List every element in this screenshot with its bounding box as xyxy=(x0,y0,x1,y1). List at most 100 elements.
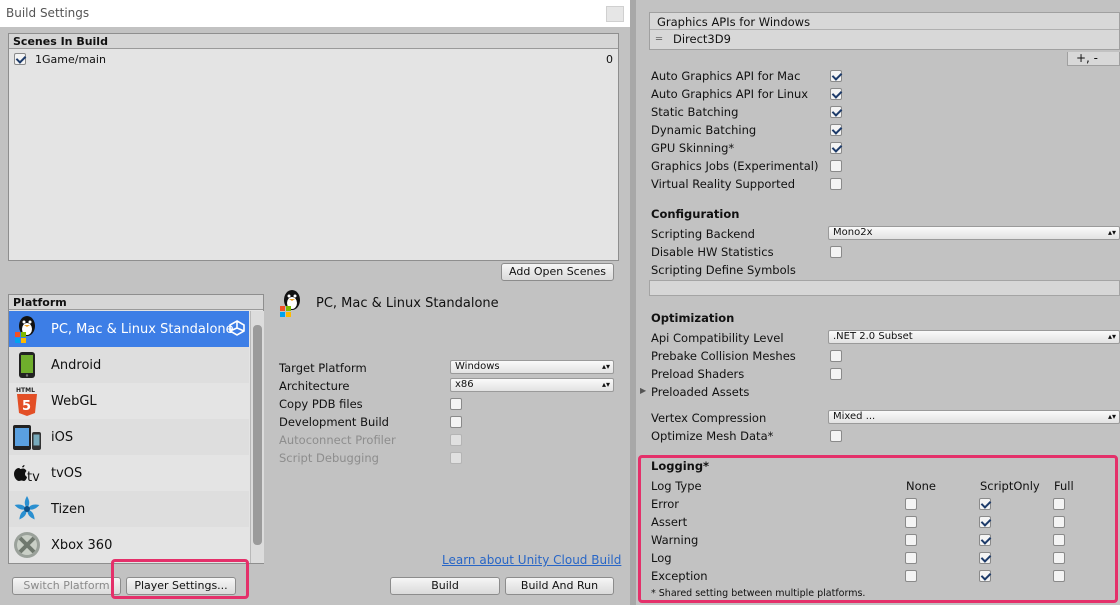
optimize-mesh-checkbox[interactable] xyxy=(830,430,842,442)
development-build-label: Development Build xyxy=(279,415,389,429)
scene-row[interactable]: 1Game/main 0 xyxy=(13,53,613,67)
error-scriptonly-checkbox[interactable] xyxy=(979,498,991,510)
development-build-checkbox[interactable] xyxy=(450,416,462,428)
log-type-column-header: Log Type xyxy=(651,479,702,493)
platform-label: WebGL xyxy=(51,393,97,409)
assert-none-checkbox[interactable] xyxy=(905,516,917,528)
platform-item-android[interactable]: Android xyxy=(9,347,249,383)
warning-none-checkbox[interactable] xyxy=(905,534,917,546)
assert-full-checkbox[interactable] xyxy=(1053,516,1065,528)
platform-item-ios[interactable]: iOS xyxy=(9,419,249,455)
scenes-in-build-panel: Scenes In Build 1Game/main 0 xyxy=(8,33,619,261)
warning-full-checkbox[interactable] xyxy=(1053,534,1065,546)
api-compatibility-dropdown[interactable]: .NET 2.0 Subset ▴▾ xyxy=(828,330,1120,344)
svg-text:tv: tv xyxy=(27,470,40,483)
scene-include-checkbox[interactable] xyxy=(14,53,26,65)
log-row-exception: Exception xyxy=(651,569,708,583)
preload-shaders-label: Preload Shaders xyxy=(651,367,745,381)
ios-icon xyxy=(12,422,42,452)
script-debugging-label: Script Debugging xyxy=(279,451,379,465)
cloud-build-link[interactable]: Learn about Unity Cloud Build xyxy=(442,553,621,567)
add-open-scenes-button[interactable]: Add Open Scenes xyxy=(501,263,614,281)
auto-graphics-mac-checkbox[interactable] xyxy=(830,70,842,82)
gpu-skinning-label: GPU Skinning* xyxy=(651,141,735,155)
build-settings-window: Build Settings Scenes In Build 1Game/mai… xyxy=(0,0,630,605)
platform-item-tizen[interactable]: Tizen xyxy=(9,491,249,527)
dropdown-arrow-icon: ▴▾ xyxy=(601,380,610,389)
appletv-icon: tv xyxy=(12,458,42,488)
log-none-checkbox[interactable] xyxy=(905,552,917,564)
dropdown-arrow-icon: ▴▾ xyxy=(1107,412,1116,421)
preload-shaders-checkbox[interactable] xyxy=(830,368,842,380)
platform-label: Tizen xyxy=(51,501,86,517)
log-scriptonly-checkbox[interactable] xyxy=(979,552,991,564)
player-settings-button[interactable]: Player Settings... xyxy=(126,577,236,595)
target-platform-dropdown[interactable]: Windows ▴▾ xyxy=(450,360,614,374)
window-titlebar: Build Settings xyxy=(0,0,630,27)
optimize-mesh-label: Optimize Mesh Data* xyxy=(651,429,774,443)
auto-graphics-linux-checkbox[interactable] xyxy=(830,88,842,100)
dropdown-arrow-icon: ▴▾ xyxy=(1107,228,1116,237)
warning-scriptonly-checkbox[interactable] xyxy=(979,534,991,546)
gpu-skinning-checkbox[interactable] xyxy=(830,142,842,154)
graphics-jobs-checkbox[interactable] xyxy=(830,160,842,172)
log-row-error: Error xyxy=(651,497,680,511)
prebake-collision-label: Prebake Collision Meshes xyxy=(651,349,796,363)
auto-graphics-mac-label: Auto Graphics API for Mac xyxy=(651,69,801,83)
scene-index: 0 xyxy=(606,53,613,66)
platform-label: iOS xyxy=(51,429,74,445)
platform-list-scrollbar[interactable] xyxy=(250,311,264,563)
foldout-arrow-icon[interactable]: ▶ xyxy=(640,386,646,395)
exception-scriptonly-checkbox[interactable] xyxy=(979,570,991,582)
vr-supported-label: Virtual Reality Supported xyxy=(651,177,796,191)
build-button[interactable]: Build xyxy=(390,577,500,595)
copy-pdb-checkbox[interactable] xyxy=(450,398,462,410)
selected-platform-title: PC, Mac & Linux Standalone xyxy=(316,295,499,311)
log-row-assert: Assert xyxy=(651,515,688,529)
standalone-icon xyxy=(278,287,308,319)
scenes-header: Scenes In Build xyxy=(9,34,618,49)
exception-full-checkbox[interactable] xyxy=(1053,570,1065,582)
error-none-checkbox[interactable] xyxy=(905,498,917,510)
platform-item-tvos[interactable]: tv tvOS xyxy=(9,455,249,491)
log-full-checkbox[interactable] xyxy=(1053,552,1065,564)
platform-item-standalone[interactable]: PC, Mac & Linux Standalone xyxy=(9,311,249,347)
preloaded-assets-label[interactable]: Preloaded Assets xyxy=(651,385,749,399)
static-batching-checkbox[interactable] xyxy=(830,106,842,118)
graphics-api-item[interactable]: ═ Direct3D9 xyxy=(650,30,1119,46)
vertex-compression-dropdown[interactable]: Mixed ... ▴▾ xyxy=(828,410,1120,424)
exception-none-checkbox[interactable] xyxy=(905,570,917,582)
dropdown-value: .NET 2.0 Subset xyxy=(833,331,913,342)
html5-icon: HTML 5 xyxy=(12,386,42,416)
dropdown-value: x86 xyxy=(455,379,474,390)
scene-name: 1Game/main xyxy=(35,53,106,66)
list-add-remove-buttons[interactable]: +, - xyxy=(1067,52,1120,66)
vr-supported-checkbox[interactable] xyxy=(830,178,842,190)
drag-handle-icon[interactable]: ═ xyxy=(656,34,665,45)
architecture-dropdown[interactable]: x86 ▴▾ xyxy=(450,378,614,392)
error-full-checkbox[interactable] xyxy=(1053,498,1065,510)
prebake-collision-checkbox[interactable] xyxy=(830,350,842,362)
build-and-run-button[interactable]: Build And Run xyxy=(505,577,614,595)
vertex-compression-label: Vertex Compression xyxy=(651,411,767,425)
dynamic-batching-checkbox[interactable] xyxy=(830,124,842,136)
svg-text:HTML: HTML xyxy=(16,387,35,394)
player-settings-inspector: Graphics APIs for Windows ═ Direct3D9 +,… xyxy=(636,0,1120,605)
target-platform-label: Target Platform xyxy=(279,361,367,375)
scrollbar-thumb[interactable] xyxy=(253,325,262,545)
scripting-backend-dropdown[interactable]: Mono2x ▴▾ xyxy=(828,226,1120,240)
window-control-button[interactable] xyxy=(606,6,624,22)
graphics-apis-list: Graphics APIs for Windows ═ Direct3D9 xyxy=(649,12,1120,50)
disable-hw-statistics-checkbox[interactable] xyxy=(830,246,842,258)
switch-platform-button[interactable]: Switch Platform xyxy=(12,577,121,595)
assert-scriptonly-checkbox[interactable] xyxy=(979,516,991,528)
disable-hw-statistics-label: Disable HW Statistics xyxy=(651,245,774,259)
platform-item-xbox360[interactable]: Xbox 360 xyxy=(9,527,249,559)
none-column-header: None xyxy=(906,479,937,493)
scriptonly-column-header: ScriptOnly xyxy=(980,479,1040,493)
dropdown-value: Mixed ... xyxy=(833,411,876,422)
platform-item-webgl[interactable]: HTML 5 WebGL xyxy=(9,383,249,419)
android-icon xyxy=(12,350,42,380)
dropdown-value: Mono2x xyxy=(833,227,873,238)
scripting-define-symbols-input[interactable] xyxy=(649,280,1120,296)
